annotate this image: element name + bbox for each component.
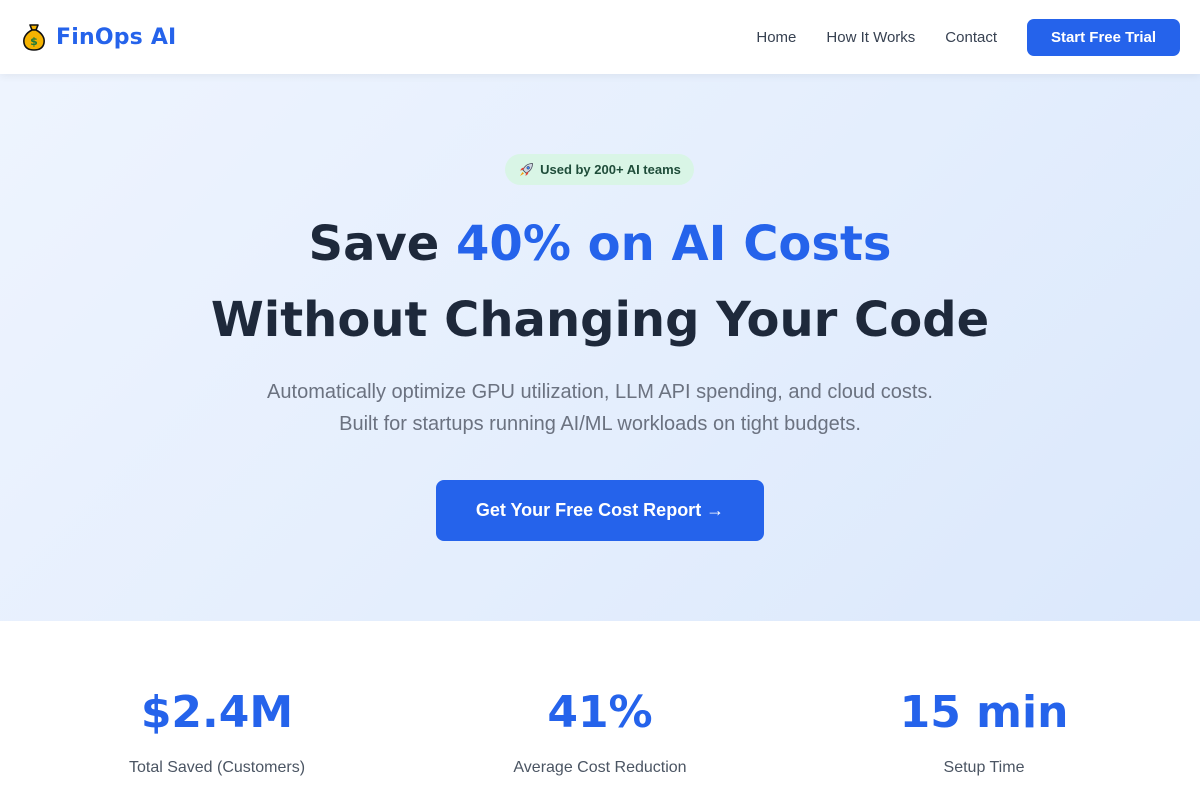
navbar: $ FinOps AI Home How It Works Contact St… <box>0 0 1200 74</box>
nav-link-home[interactable]: Home <box>756 29 796 46</box>
get-free-cost-report-button[interactable]: Get Your Free Cost Report → <box>436 480 764 541</box>
stat-label: Average Cost Reduction <box>513 759 687 776</box>
stat-setup-time: 15 min Setup Time <box>784 621 1184 776</box>
nav-menu: Home How It Works Contact Start Free Tri… <box>756 18 1180 56</box>
stats-section: $2.4M Total Saved (Customers) 41% Averag… <box>0 621 1200 800</box>
headline-line-1: Save 40% on AI Costs <box>0 220 1200 268</box>
subtitle-line-1: Automatically optimize GPU utilization, … <box>267 381 933 403</box>
stat-value: 15 min <box>899 687 1069 738</box>
headline-line-2: Without Changing Your Code <box>210 292 990 348</box>
stat-label: Total Saved (Customers) <box>128 759 306 776</box>
stat-average-reduction: 41% Average Cost Reduction <box>400 621 800 776</box>
svg-text:$: $ <box>30 35 38 48</box>
brand-logo[interactable]: $ FinOps AI <box>22 23 176 51</box>
money-bag-icon: $ <box>22 23 46 51</box>
brand-name: FinOps AI <box>56 24 177 50</box>
nav-link-contact[interactable]: Contact <box>945 29 997 46</box>
hero-section: Used by 200+ AI teams Save 40% on AI Cos… <box>0 74 1200 621</box>
headline-accent: 40% on AI Costs <box>456 216 892 272</box>
subtitle-line-2: Built for startups running AI/ML workloa… <box>339 413 861 435</box>
social-proof-badge: Used by 200+ AI teams <box>505 154 694 185</box>
headline-prefix: Save <box>308 216 457 272</box>
badge-text: Used by 200+ AI teams <box>540 162 681 177</box>
stat-label: Setup Time <box>943 759 1025 776</box>
rocket-icon <box>518 162 534 178</box>
stat-value: $2.4M <box>140 687 294 738</box>
stat-value: 41% <box>547 687 653 738</box>
nav-link-how-it-works[interactable]: How It Works <box>826 29 915 46</box>
start-free-trial-button[interactable]: Start Free Trial <box>1027 18 1180 56</box>
stat-total-saved: $2.4M Total Saved (Customers) <box>17 621 417 776</box>
